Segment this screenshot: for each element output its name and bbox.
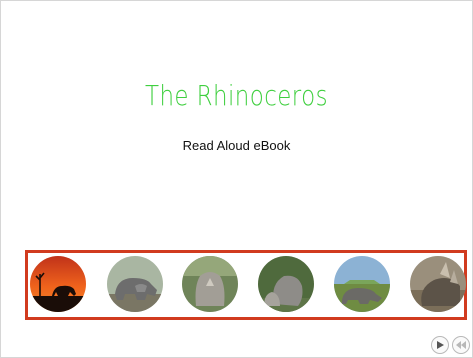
play-button[interactable]: [431, 336, 449, 354]
slide-title: The Rhinoceros: [145, 79, 328, 112]
slide-subtitle: Read Aloud eBook: [182, 138, 291, 153]
sunset-rhino-silhouette-icon[interactable]: [30, 256, 86, 312]
rhino-closeup-photo-icon[interactable]: [410, 256, 466, 312]
rhino-grazing-photo-icon[interactable]: [334, 256, 390, 312]
thumbnail-strip: [25, 250, 467, 320]
rhino-front-photo-icon[interactable]: [182, 256, 238, 312]
rewind-icon: [456, 341, 466, 349]
play-icon: [437, 341, 444, 349]
rhino-photo-icon[interactable]: [107, 256, 163, 312]
rewind-button[interactable]: [452, 336, 470, 354]
rhino-calf-photo-icon[interactable]: [258, 256, 314, 312]
